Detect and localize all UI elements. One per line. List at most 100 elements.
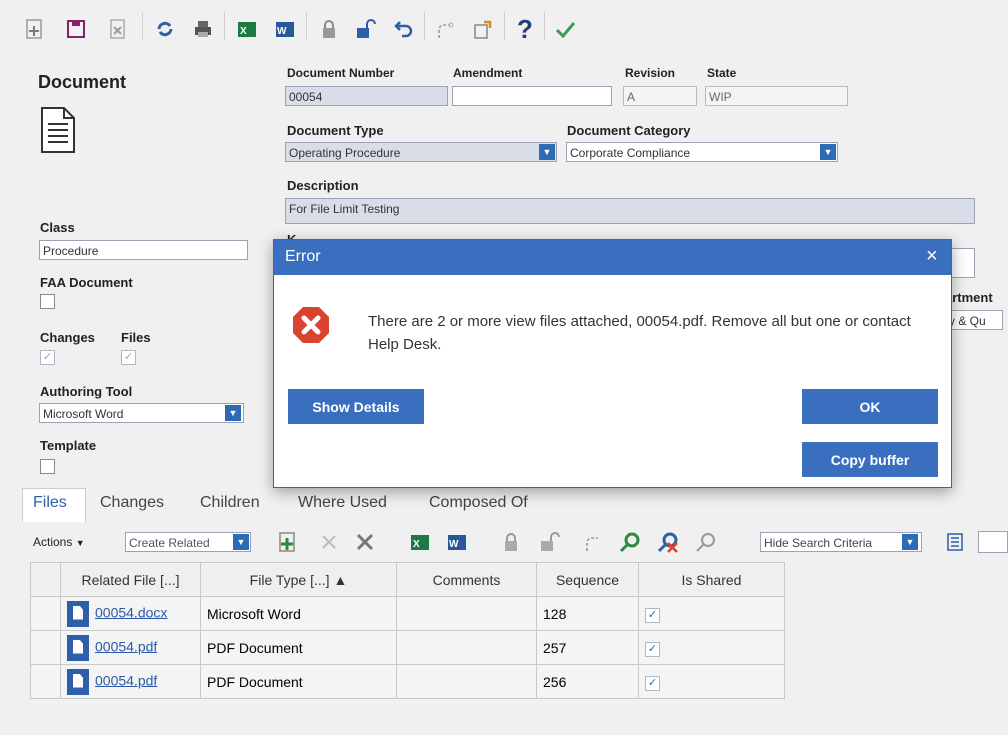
comments-cell (396, 630, 537, 665)
file-link[interactable]: 00054.pdf (95, 638, 157, 654)
file-icon (67, 668, 89, 695)
file-type-cell: Microsoft Word (200, 596, 397, 631)
doc-number-field[interactable]: 00054 (285, 86, 448, 106)
close-icon[interactable]: × (926, 245, 938, 268)
table-row[interactable]: 00054.pdf PDF Document 257 ✓ (30, 630, 785, 665)
discard-icon[interactable] (105, 16, 131, 42)
help-icon[interactable]: ? (512, 14, 538, 44)
refresh-icon[interactable] (152, 16, 178, 42)
department-label: artment (945, 290, 993, 305)
redirect-icon[interactable] (432, 16, 458, 42)
error-dialog: Error × There are 2 or more view files a… (273, 239, 952, 488)
grid-toolbar: Actions ▼ Create Related ▼ X W Hide Sear… (0, 522, 1008, 562)
table-row[interactable]: 00054.pdf PDF Document 256 ✓ (30, 664, 785, 699)
is-shared-checkbox[interactable]: ✓ (645, 607, 660, 623)
copy-buffer-button[interactable]: Copy buffer (802, 442, 938, 477)
state-field: WIP (705, 86, 848, 106)
svg-text:W: W (449, 539, 459, 550)
chevron-down-icon[interactable]: ▼ (225, 405, 241, 421)
file-link[interactable]: 00054.docx (95, 604, 167, 620)
add-icon[interactable] (277, 531, 299, 558)
file-link[interactable]: 00054.pdf (95, 672, 157, 688)
print-icon[interactable] (190, 16, 216, 42)
page-title: Document (38, 72, 127, 92)
amendment-label: Amendment (453, 66, 523, 80)
excel-icon[interactable]: X (234, 16, 260, 42)
svg-text:W: W (277, 26, 287, 37)
department-field[interactable]: y & Qu (945, 310, 1003, 330)
amendment-field[interactable] (452, 86, 612, 106)
tab-children[interactable]: Children (200, 494, 260, 512)
description-label: Description (287, 178, 359, 193)
sequence-cell: 256 (536, 664, 639, 699)
show-details-button[interactable]: Show Details (288, 389, 424, 424)
dialog-header: Error × (274, 240, 951, 275)
table-row[interactable]: 00054.docx Microsoft Word 128 ✓ (30, 596, 785, 631)
lock-icon[interactable] (316, 16, 342, 42)
column-header[interactable]: Related File [...] (60, 562, 201, 597)
chevron-down-icon[interactable]: ▼ (902, 534, 918, 550)
column-header[interactable]: File Type [...] ▲ (200, 562, 397, 597)
file-icon (67, 634, 89, 661)
column-header[interactable]: Is Shared (638, 562, 785, 597)
tab-composed-of[interactable]: Composed Of (429, 494, 528, 512)
is-shared-checkbox[interactable]: ✓ (645, 641, 660, 657)
is-shared-checkbox[interactable]: ✓ (645, 675, 660, 691)
table-header: Related File [...] File Type [...] ▲ Com… (30, 562, 785, 597)
check-icon[interactable] (552, 16, 578, 42)
word-icon[interactable]: W (272, 16, 298, 42)
search-add-icon[interactable] (618, 531, 642, 558)
tab-where-used[interactable]: Where Used (298, 494, 387, 512)
scissors-icon[interactable] (318, 531, 340, 558)
revision-field: A (623, 86, 697, 106)
chevron-down-icon[interactable]: ▼ (820, 144, 836, 160)
hide-search-dropdown[interactable]: Hide Search Criteria (760, 532, 922, 552)
files-label: Files (121, 330, 151, 345)
authoring-tool-dropdown[interactable]: Microsoft Word (39, 403, 244, 423)
doc-type-dropdown[interactable]: Operating Procedure (285, 142, 557, 162)
column-header[interactable]: Sequence (536, 562, 639, 597)
file-icon (67, 600, 89, 627)
chevron-down-icon[interactable]: ▼ (539, 144, 555, 160)
main-toolbar: X W ? (0, 0, 1008, 51)
comments-cell (396, 596, 537, 631)
dialog-title: Error (285, 248, 321, 265)
word-icon[interactable]: W (446, 531, 468, 558)
faa-checkbox[interactable] (40, 294, 55, 309)
changes-checkbox: ✓ (40, 350, 55, 365)
redirect-icon[interactable] (582, 531, 604, 558)
excel-icon[interactable]: X (409, 531, 431, 558)
svg-text:X: X (413, 539, 420, 550)
undo-icon[interactable] (390, 16, 416, 42)
ok-button[interactable]: OK (802, 389, 938, 424)
lock-icon[interactable] (500, 531, 522, 558)
authoring-tool-label: Authoring Tool (40, 384, 133, 399)
search-remove-icon[interactable] (656, 531, 680, 558)
unlock-icon[interactable] (352, 16, 378, 42)
doc-category-dropdown[interactable]: Corporate Compliance (566, 142, 838, 162)
class-label: Class (40, 220, 75, 235)
doc-category-label: Document Category (567, 123, 691, 138)
delete-icon[interactable] (354, 531, 376, 558)
tab-changes[interactable]: Changes (100, 494, 164, 512)
tab-files[interactable]: Files (33, 494, 67, 512)
files-checkbox: ✓ (121, 350, 136, 365)
actions-label: Actions (33, 535, 73, 549)
error-message: There are 2 or more view files attached,… (368, 313, 911, 353)
page-size-field[interactable] (978, 531, 1008, 553)
revision-label: Revision (625, 66, 676, 80)
description-field[interactable]: For File Limit Testing (285, 198, 975, 224)
save-icon[interactable] (63, 16, 89, 42)
add-document-icon[interactable] (22, 16, 48, 42)
unlock-icon[interactable] (538, 531, 560, 558)
column-chooser-icon[interactable] (945, 531, 965, 558)
document-icon (40, 106, 76, 159)
doc-number-label: Document Number (287, 66, 395, 80)
column-header[interactable]: Comments (396, 562, 537, 597)
template-checkbox[interactable] (40, 459, 55, 474)
search-clear-icon[interactable] (694, 531, 718, 558)
chevron-down-icon[interactable]: ▼ (233, 534, 249, 550)
export-icon[interactable] (470, 16, 496, 42)
actions-menu[interactable]: Actions ▼ (33, 535, 85, 549)
class-field[interactable]: Procedure (39, 240, 248, 260)
